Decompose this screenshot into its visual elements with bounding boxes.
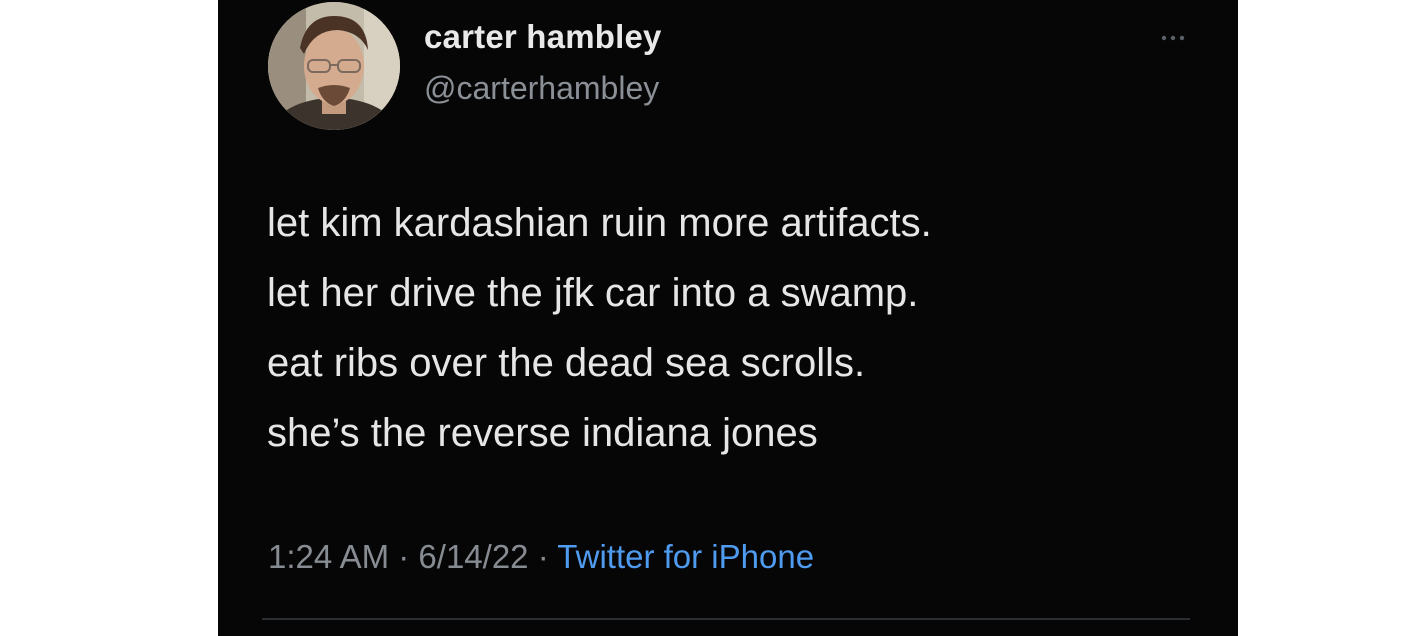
meta-separator: · [398,538,410,575]
tweet-date[interactable]: 6/14/22 [418,538,528,575]
divider [262,618,1190,620]
tweet-text-line: let her drive the jfk car into a swamp. [267,271,919,315]
author-handle[interactable]: @carterhambley [424,70,659,107]
tweet-text: let kim kardashian ruin more artifacts. … [267,188,1217,468]
avatar-photo-icon [268,2,400,130]
tweet-card: carter hambley @carterhambley let kim ka… [218,0,1238,636]
more-horizontal-icon [1161,35,1185,41]
tweet-metadata: 1:24 AM · 6/14/22 · Twitter for iPhone [268,538,814,576]
more-options-icon[interactable] [1156,26,1196,46]
tweet-source-link[interactable]: Twitter for iPhone [557,538,814,575]
meta-separator: · [537,538,549,575]
author-avatar[interactable] [268,2,400,130]
author-display-name[interactable]: carter hambley [424,18,662,56]
tweet-time[interactable]: 1:24 AM [268,538,389,575]
screenshot-canvas: carter hambley @carterhambley let kim ka… [0,0,1422,636]
tweet-text-line: eat ribs over the dead sea scrolls. [267,341,866,385]
tweet-text-line: let kim kardashian ruin more artifacts. [267,201,932,245]
tweet-text-line: she’s the reverse indiana jones [267,411,818,455]
